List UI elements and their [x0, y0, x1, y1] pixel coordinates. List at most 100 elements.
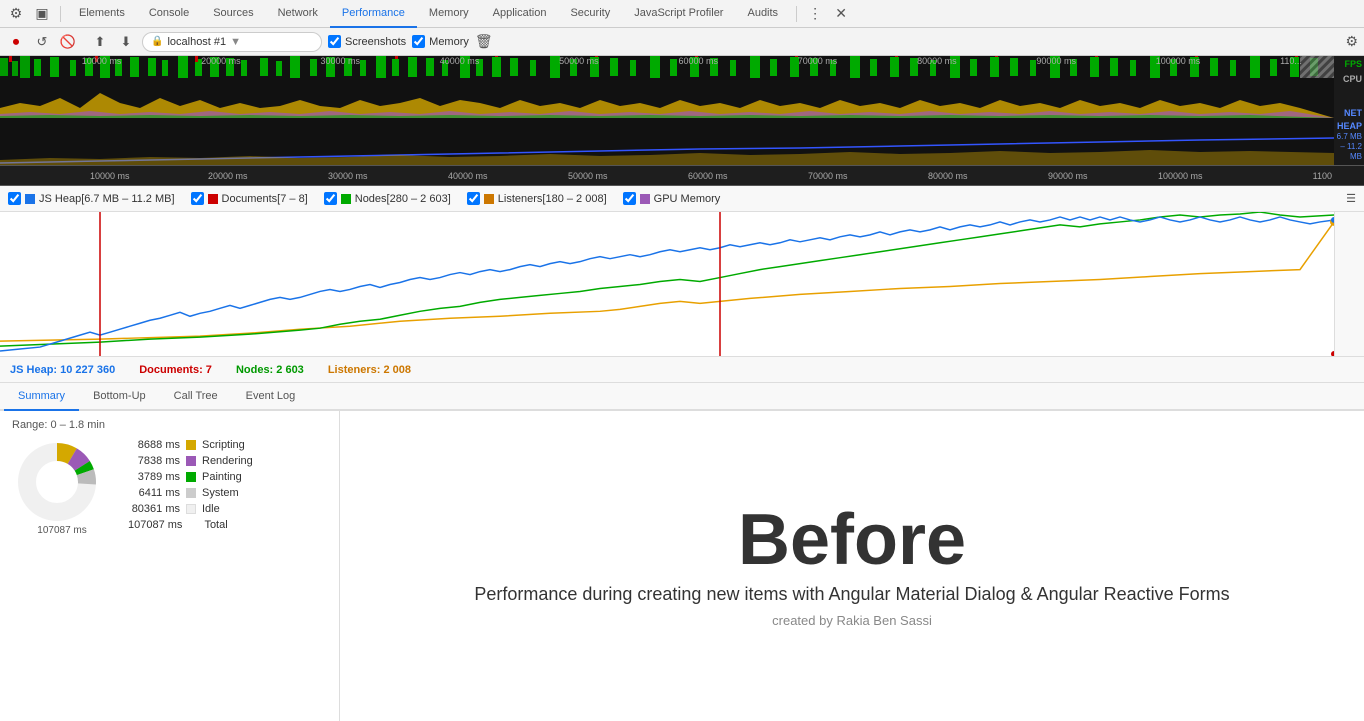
- net-heap-row: [0, 118, 1334, 166]
- legend-js-heap: JS Heap[6.7 MB – 11.2 MB]: [8, 192, 175, 205]
- download-button[interactable]: ⬇: [116, 32, 136, 52]
- timeline-area[interactable]: 10000 ms 20000 ms 30000 ms 40000 ms 5000…: [0, 56, 1364, 166]
- tab-bottom-up[interactable]: Bottom-Up: [79, 383, 160, 411]
- legend-documents-dot: [208, 194, 218, 204]
- summary-legend: 8688 ms Scripting 7838 ms Rendering 3789…: [128, 439, 327, 535]
- summary-total-row: 107087 ms Total: [128, 519, 327, 531]
- ruler-70k: 70000 ms: [808, 171, 848, 181]
- legend-documents-checkbox[interactable]: [191, 192, 204, 205]
- tab-event-log[interactable]: Event Log: [232, 383, 310, 411]
- tab-sources[interactable]: Sources: [201, 0, 265, 28]
- scripting-time: 8688 ms: [128, 439, 180, 451]
- lock-icon: 🔒: [151, 36, 163, 47]
- legend-gpu-checkbox[interactable]: [623, 192, 636, 205]
- legend-gpu: GPU Memory: [623, 192, 721, 205]
- more-tabs-icon[interactable]: ⋮: [803, 2, 827, 26]
- cpu-row: [0, 78, 1334, 118]
- summary-rendering-row: 7838 ms Rendering: [128, 455, 327, 467]
- status-documents: Documents: 7: [139, 364, 212, 376]
- memory-checkbox-group: Memory: [412, 35, 469, 48]
- painting-time: 3789 ms: [128, 471, 180, 483]
- legend-nodes-dot: [341, 194, 351, 204]
- range-text: Range: 0 – 1.8 min: [12, 419, 327, 431]
- legend-listeners-checkbox[interactable]: [467, 192, 480, 205]
- idle-time: 80361 ms: [128, 503, 180, 515]
- memory-label-cb: Memory: [429, 36, 469, 48]
- idle-swatch: [186, 504, 196, 514]
- top-nav-bar: ⚙ ▣ Elements Console Sources Network Per…: [0, 0, 1364, 28]
- right-side-labels: FPS CPU NET HEAP 6.7 MB – 11.2 MB: [1334, 56, 1364, 166]
- legend-nodes: Nodes[280 – 2 603]: [324, 192, 451, 205]
- legend-bar: JS Heap[6.7 MB – 11.2 MB] Documents[7 – …: [0, 186, 1364, 212]
- main-content-panel: Before Performance during creating new i…: [340, 411, 1364, 721]
- total-label: Total: [204, 519, 227, 531]
- url-bar: 🔒 localhost #1 ▼: [142, 32, 322, 52]
- rendering-swatch: [186, 456, 196, 466]
- legend-js-heap-label: JS Heap[6.7 MB – 11.2 MB]: [39, 193, 175, 205]
- clear-button[interactable]: 🚫: [58, 32, 78, 52]
- tab-application[interactable]: Application: [481, 0, 559, 28]
- total-swatch: [188, 520, 198, 530]
- tab-security[interactable]: Security: [558, 0, 622, 28]
- cpu-right-label: CPU: [1343, 73, 1362, 86]
- url-dropdown-icon[interactable]: ▼: [230, 36, 241, 48]
- timeline-canvas[interactable]: 10000 ms 20000 ms 30000 ms 40000 ms 5000…: [0, 56, 1334, 166]
- status-nodes: Nodes: 2 603: [236, 364, 304, 376]
- description-text: Performance during creating new items wi…: [474, 584, 1229, 605]
- memory-checkbox[interactable]: [412, 35, 425, 48]
- tab-memory[interactable]: Memory: [417, 0, 481, 28]
- trash-button[interactable]: 🗑: [475, 33, 493, 50]
- legend-nodes-checkbox[interactable]: [324, 192, 337, 205]
- tab-js-profiler[interactable]: JavaScript Profiler: [622, 0, 735, 28]
- tab-network[interactable]: Network: [266, 0, 330, 28]
- ruler-80k: 80000 ms: [928, 171, 968, 181]
- ruler-90k: 90000 ms: [1048, 171, 1088, 181]
- screenshots-checkbox[interactable]: [328, 35, 341, 48]
- fps-right-label: FPS: [1344, 58, 1362, 71]
- legend-listeners-label: Listeners[180 – 2 008]: [498, 193, 607, 205]
- ruler-last: 1100: [1313, 171, 1332, 181]
- tab-performance[interactable]: Performance: [330, 0, 417, 28]
- record-button[interactable]: ⏺: [6, 32, 26, 52]
- bottom-tabs: Summary Bottom-Up Call Tree Event Log: [0, 383, 1364, 411]
- legend-gpu-label: GPU Memory: [654, 193, 721, 205]
- ruler-10k: 10000 ms: [90, 171, 130, 181]
- legend-nodes-label: Nodes[280 – 2 603]: [355, 193, 451, 205]
- ruler-30k: 30000 ms: [328, 171, 368, 181]
- legend-menu-icon[interactable]: ☰: [1346, 192, 1356, 205]
- sec-toolbar: ⏺ ↺ 🚫 ⬆ ⬇ 🔒 localhost #1 ▼ Screenshots M…: [0, 28, 1364, 56]
- scripting-swatch: [186, 440, 196, 450]
- ruler-60k: 60000 ms: [688, 171, 728, 181]
- summary-scripting-row: 8688 ms Scripting: [128, 439, 327, 451]
- close-devtools-icon[interactable]: ✕: [829, 2, 853, 26]
- idle-label: Idle: [202, 503, 220, 515]
- settings-button[interactable]: ⚙: [1345, 33, 1358, 50]
- net-right-label: NET: [1344, 107, 1362, 120]
- status-listeners: Listeners: 2 008: [328, 364, 411, 376]
- legend-js-heap-checkbox[interactable]: [8, 192, 21, 205]
- main-nav-tabs: Elements Console Sources Network Perform…: [67, 0, 790, 28]
- legend-documents-label: Documents[7 – 8]: [222, 193, 308, 205]
- scripting-label: Scripting: [202, 439, 245, 451]
- tab-summary[interactable]: Summary: [4, 383, 79, 411]
- donut-total-label: 107087 ms: [37, 525, 86, 536]
- tab-call-tree[interactable]: Call Tree: [160, 383, 232, 411]
- tab-console[interactable]: Console: [137, 0, 201, 28]
- reload-record-button[interactable]: ↺: [32, 32, 52, 52]
- system-swatch: [186, 488, 196, 498]
- heap-right-label: HEAP: [1337, 120, 1362, 133]
- upload-button[interactable]: ⬆: [90, 32, 110, 52]
- tab-audits[interactable]: Audits: [735, 0, 790, 28]
- credit-text: created by Rakia Ben Sassi: [772, 613, 932, 628]
- bottom-content: Range: 0 – 1.8 min 1070: [0, 411, 1364, 721]
- devtools-icon[interactable]: ⚙: [4, 2, 28, 26]
- memory-right-labels: [1334, 212, 1364, 357]
- legend-listeners-dot: [484, 194, 494, 204]
- total-time: 107087 ms: [128, 519, 182, 531]
- system-label: System: [202, 487, 239, 499]
- legend-gpu-dot: [640, 194, 650, 204]
- dock-icon[interactable]: ▣: [30, 2, 54, 26]
- memory-chart[interactable]: [0, 212, 1364, 357]
- legend-js-heap-dot: [25, 194, 35, 204]
- tab-elements[interactable]: Elements: [67, 0, 137, 28]
